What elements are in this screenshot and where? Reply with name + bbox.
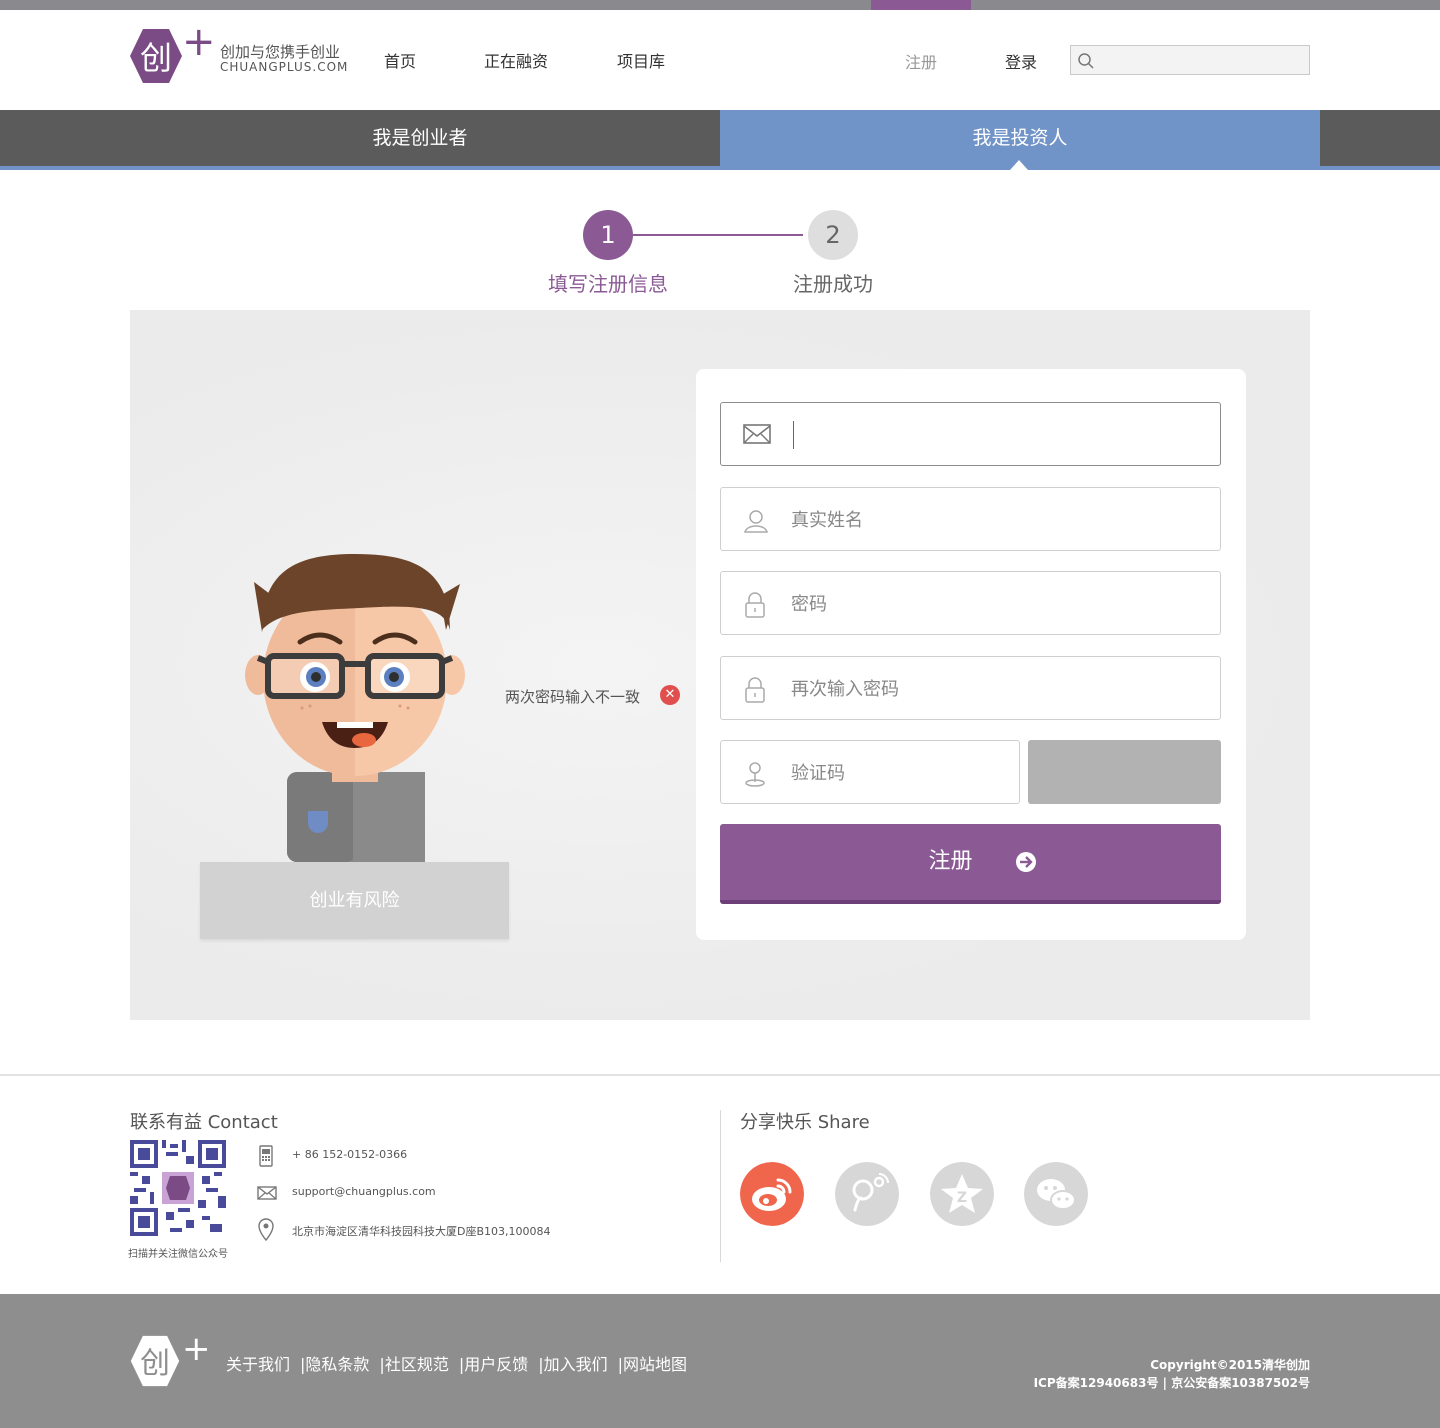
captcha-input[interactable] <box>791 757 1001 789</box>
active-tab-caret <box>1010 160 1028 170</box>
risk-caption-card: 创业有风险 <box>200 862 509 939</box>
name-field[interactable] <box>720 487 1221 551</box>
svg-text:创: 创 <box>140 1346 170 1381</box>
logo-tagline: 创加与您携手创业 <box>220 43 341 61</box>
footer-link-privacy[interactable]: 隐私条款 <box>305 1355 369 1374</box>
footer-link-about[interactable]: 关于我们 <box>226 1355 290 1374</box>
nav-register[interactable]: 注册 <box>905 49 937 73</box>
search-icon <box>1078 53 1094 69</box>
footer-logo-icon[interactable]: 创 <box>130 1334 180 1388</box>
top-bar-accent <box>871 0 971 10</box>
contact-address: 北京市海淀区清华科技园科技大厦D座B103,100084 <box>292 1225 551 1238</box>
footer-logo-plus: + <box>182 1329 211 1369</box>
password-field[interactable] <box>720 571 1221 635</box>
user-icon <box>744 510 768 533</box>
password-confirm-field[interactable] <box>720 656 1221 720</box>
search-input[interactable] <box>1099 48 1304 72</box>
weibo-icon[interactable] <box>740 1162 804 1226</box>
step-2-circle: 2 <box>808 210 858 260</box>
qr-caption: 扫描并关注微信公众号 <box>128 1249 228 1260</box>
contact-phone: + 86 152-0152-0366 <box>292 1148 408 1161</box>
share-divider <box>720 1110 721 1262</box>
nav-home[interactable]: 首页 <box>384 48 416 72</box>
step-1-label: 填写注册信息 <box>548 272 668 296</box>
icp-text: ICP备案12940683号 | 京公安备案10387502号 <box>1033 1376 1310 1390</box>
envelope-icon <box>743 424 771 444</box>
name-input[interactable] <box>791 504 1201 536</box>
lock-icon <box>745 592 765 618</box>
captcha-image-button[interactable] <box>1028 740 1221 804</box>
footer-links: 关于我们 |隐私条款 |社区规范 |用户反馈 |加入我们 |网站地图 <box>226 1351 687 1375</box>
footer-link-feedback[interactable]: 用户反馈 <box>464 1355 528 1374</box>
copyright: Copyright©2015清华创加 ICP备案12940683号 | 京公安备… <box>1034 1356 1310 1392</box>
nav-projects[interactable]: 项目库 <box>617 48 665 72</box>
wechat-icon[interactable] <box>1024 1162 1088 1226</box>
tab-investor[interactable]: 我是投资人 <box>720 110 1320 166</box>
step-2-label: 注册成功 <box>793 272 873 296</box>
arrow-right-circle-icon <box>1016 852 1036 872</box>
search-box[interactable] <box>1070 45 1310 75</box>
lock-icon <box>745 677 765 703</box>
logo-icon[interactable]: 创 <box>130 27 182 85</box>
footer-link-community[interactable]: 社区规范 <box>385 1355 449 1374</box>
location-pin-icon <box>745 762 765 787</box>
mail-icon <box>257 1186 277 1200</box>
footer-link-sitemap[interactable]: 网站地图 <box>623 1355 687 1374</box>
svg-text:Z: Z <box>957 1190 967 1206</box>
error-message: 两次密码输入不一致 <box>505 688 641 706</box>
step-connector <box>633 234 803 236</box>
location-icon <box>258 1218 274 1242</box>
error-close-icon[interactable]: ✕ <box>660 685 680 705</box>
share-title: 分享快乐 Share <box>740 1112 870 1133</box>
nav-financing[interactable]: 正在融资 <box>484 48 548 72</box>
nav-login[interactable]: 登录 <box>1005 49 1037 73</box>
wechat-qr-code <box>130 1140 226 1236</box>
captcha-field[interactable] <box>720 740 1020 804</box>
register-submit-button[interactable]: 注册 <box>720 824 1221 904</box>
top-bar <box>0 0 1440 10</box>
footer-link-join[interactable]: 加入我们 <box>544 1355 608 1374</box>
avatar-illustration <box>245 554 465 862</box>
logo-domain: CHUANGPLUS.COM <box>220 60 349 74</box>
qzone-icon[interactable]: Z <box>930 1162 994 1226</box>
password-input[interactable] <box>791 588 1201 620</box>
tencent-weibo-icon[interactable] <box>835 1162 899 1226</box>
role-bar-line <box>0 166 1440 170</box>
register-submit-label: 注册 <box>928 849 973 874</box>
password-confirm-input[interactable] <box>791 673 1201 705</box>
step-1-circle: 1 <box>583 210 633 260</box>
phone-icon <box>259 1145 273 1167</box>
footer-divider <box>0 1074 1440 1076</box>
logo-plus: + <box>182 19 216 65</box>
tab-founder[interactable]: 我是创业者 <box>120 110 720 166</box>
email-input[interactable] <box>791 419 1201 451</box>
svg-text:创: 创 <box>140 39 172 77</box>
contact-title: 联系有益 Contact <box>130 1112 278 1133</box>
contact-email[interactable]: support@chuangplus.com <box>292 1185 436 1198</box>
copyright-text: Copyright©2015清华创加 <box>1150 1358 1310 1372</box>
email-field[interactable] <box>720 402 1221 466</box>
